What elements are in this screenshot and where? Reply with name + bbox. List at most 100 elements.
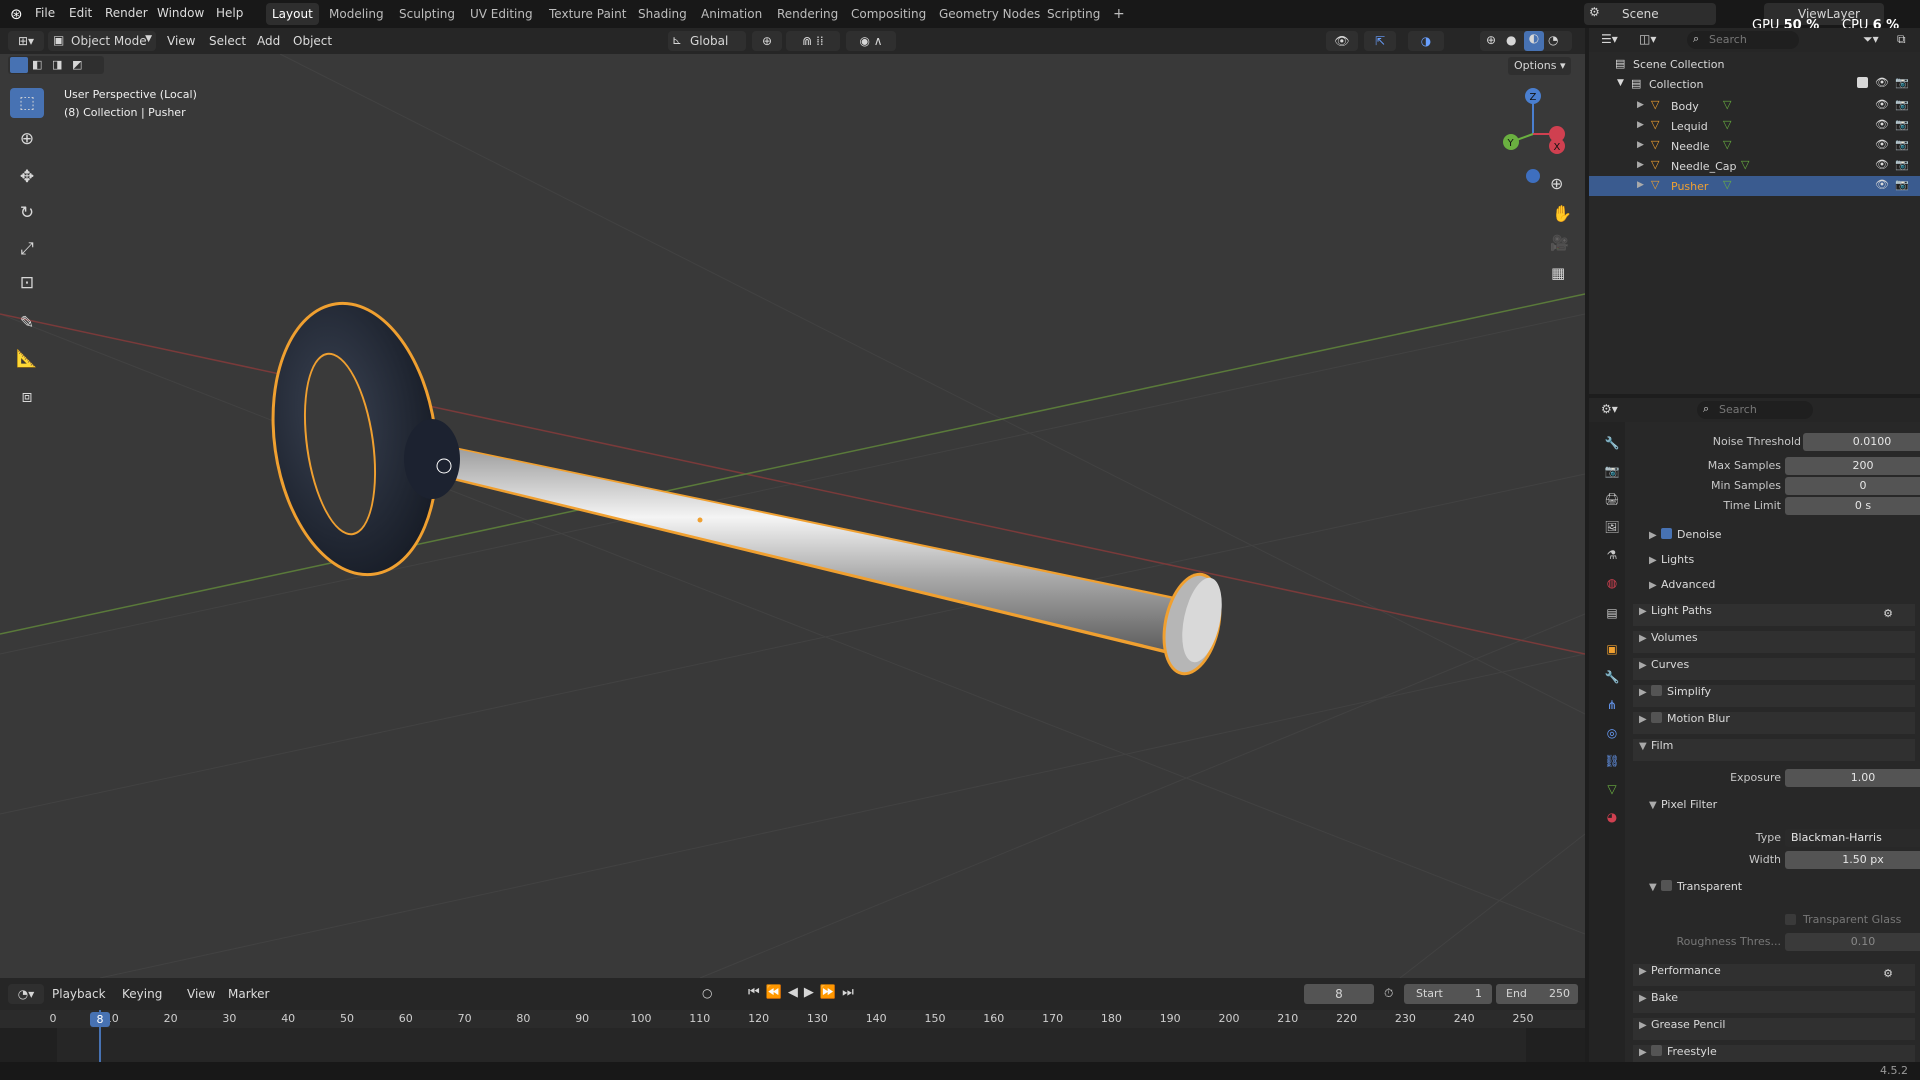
properties-search-input[interactable]: ⌕ Search	[1697, 401, 1813, 419]
start-frame-field[interactable]: Start 1	[1404, 984, 1492, 1004]
tab-animation[interactable]: Animation	[695, 3, 768, 25]
grease-pencil-panel[interactable]: ▶ Grease Pencil	[1633, 1018, 1915, 1040]
eye-icon[interactable]: 👁	[1875, 178, 1889, 191]
viewport-menu-object[interactable]: Object	[289, 32, 336, 50]
bake-panel[interactable]: ▶ Bake	[1633, 991, 1915, 1013]
menu-render[interactable]: Render	[105, 6, 148, 20]
transform-tool-icon[interactable]: ⊡	[10, 268, 44, 298]
object-tab-icon[interactable]: ▣	[1603, 640, 1621, 658]
camera-view-icon[interactable]: 🎥	[1550, 234, 1569, 252]
chevron-right-icon[interactable]: ▶	[1637, 120, 1644, 130]
timeline-menu-playback[interactable]: Playback	[48, 985, 110, 1003]
collection-tab-icon[interactable]: ▤	[1603, 604, 1621, 622]
timeline-area[interactable]: 0 10 20 30 40 50 60 70 80 90 100 110 120 130 140 150 160…	[0, 1010, 1585, 1062]
eye-icon[interactable]: 👁	[1875, 76, 1889, 89]
simplify-checkbox[interactable]	[1651, 685, 1662, 696]
exclude-checkbox-icon[interactable]	[1857, 77, 1868, 88]
frame-ruler[interactable]: 0 10 20 30 40 50 60 70 80 90 100 110 120 130 140 150 160…	[0, 1010, 1585, 1028]
pan-hand-icon[interactable]: ✋	[1552, 204, 1572, 223]
scale-tool-icon[interactable]: ⤢	[10, 234, 44, 264]
transparent-checkbox[interactable]	[1661, 880, 1672, 891]
material-shading-icon[interactable]: ◐	[1524, 31, 1544, 51]
play-icon[interactable]: ▶	[804, 985, 820, 1000]
eye-icon[interactable]: 👁	[1875, 118, 1889, 131]
camera-icon[interactable]: 📷	[1895, 118, 1909, 131]
measure-tool-icon[interactable]: 📐	[10, 344, 44, 374]
motion-blur-checkbox[interactable]	[1651, 712, 1662, 723]
menu-edit[interactable]: Edit	[69, 6, 92, 20]
advanced-subpanel[interactable]: ▶ Advanced	[1649, 578, 1920, 600]
scene-selector[interactable]: ⚙ Scene	[1584, 3, 1716, 25]
constraints-tab-icon[interactable]: ⛓	[1603, 752, 1621, 770]
min-samples-field[interactable]: 0	[1785, 477, 1920, 495]
viewport-menu-view[interactable]: View	[163, 32, 199, 50]
eye-icon[interactable]: 👁	[1875, 138, 1889, 151]
pixel-filter-subpanel[interactable]: ▼ Pixel Filter	[1649, 798, 1920, 820]
select-subtract-icon[interactable]: ◨	[52, 58, 62, 71]
tab-shading[interactable]: Shading	[632, 3, 693, 25]
gizmo-toggle[interactable]: ⇱	[1364, 31, 1396, 51]
select-box-tool-icon[interactable]: ⬚	[10, 88, 44, 118]
film-panel[interactable]: ▼ Film	[1633, 739, 1915, 761]
display-mode-icon[interactable]: ◫▾	[1639, 32, 1656, 46]
mode-selector[interactable]: ▣ Object Mode ▼	[48, 31, 156, 51]
filter-icon[interactable]: ⏷▾	[1863, 32, 1879, 47]
options-button[interactable]: Options ▾	[1508, 57, 1572, 75]
camera-icon[interactable]: 📷	[1895, 98, 1909, 111]
select-new-icon[interactable]	[10, 57, 28, 73]
playhead-marker[interactable]: 8	[90, 1012, 110, 1027]
camera-icon[interactable]: 📷	[1895, 76, 1909, 89]
motion-blur-panel[interactable]: ▶ Motion Blur	[1633, 712, 1915, 734]
noise-threshold-field[interactable]: 0.0100	[1803, 433, 1920, 451]
viewport-menu-select[interactable]: Select	[205, 32, 250, 50]
viewport-menu-add[interactable]: Add	[253, 32, 284, 50]
camera-icon[interactable]: 📷	[1895, 158, 1909, 171]
chevron-right-icon[interactable]: ▶	[1637, 100, 1644, 110]
jump-end-icon[interactable]: ⏭	[842, 985, 860, 1000]
playback-controls[interactable]: ⏮⏪◀▶⏩⏭	[748, 985, 860, 1000]
chevron-down-icon[interactable]: ▼	[1617, 78, 1624, 88]
timeline-menu-view[interactable]: View	[183, 985, 219, 1003]
outliner-object-row[interactable]: ▶ ▽ Needle ▽ 👁 📷	[1589, 136, 1920, 156]
max-samples-field[interactable]: 200	[1785, 457, 1920, 475]
tab-rendering[interactable]: Rendering	[771, 3, 844, 25]
collection-row[interactable]: ▼ ▤ Collection 👁 📷	[1589, 74, 1920, 94]
roughness-threshold-field[interactable]: 0.10	[1785, 933, 1920, 951]
menu-help[interactable]: Help	[216, 6, 243, 20]
data-tab-icon[interactable]: ▽	[1603, 780, 1621, 798]
properties-editor-icon[interactable]: ⚙▾	[1601, 402, 1618, 416]
presets-icon[interactable]: ⚙	[1883, 967, 1893, 980]
end-frame-field[interactable]: End 250	[1496, 984, 1578, 1004]
outliner-editor-icon[interactable]: ☰▾	[1601, 32, 1618, 46]
view-layer-tab-icon[interactable]: 🖼	[1603, 518, 1621, 536]
next-keyframe-icon[interactable]: ⏩	[820, 985, 842, 1000]
rendered-shading-icon[interactable]: ◔	[1548, 33, 1558, 47]
tab-uv-editing[interactable]: UV Editing	[464, 3, 539, 25]
cursor-tool-icon[interactable]: ⊕	[10, 124, 44, 154]
world-tab-icon[interactable]: ◍	[1603, 574, 1621, 592]
prev-keyframe-icon[interactable]: ⏪	[766, 985, 788, 1000]
transform-orientation-selector[interactable]: ⊾ Global	[668, 31, 746, 51]
perspective-toggle-icon[interactable]: ▦	[1551, 264, 1565, 282]
scene-tab-icon[interactable]: ⚗	[1603, 546, 1621, 564]
exposure-field[interactable]: 1.00	[1785, 769, 1920, 787]
add-cube-tool-icon[interactable]: ⧈	[10, 382, 44, 412]
performance-panel[interactable]: ▶ Performance ⚙	[1633, 964, 1915, 986]
lights-subpanel[interactable]: ▶ Lights	[1649, 553, 1920, 575]
denoise-subpanel[interactable]: ▶ Denoise	[1649, 528, 1920, 550]
camera-icon[interactable]: 📷	[1895, 178, 1909, 191]
outliner-object-row[interactable]: ▶ ▽ Lequid ▽ 👁 📷	[1589, 116, 1920, 136]
eye-icon[interactable]: 👁	[1875, 98, 1889, 111]
select-invert-icon[interactable]: ◩	[72, 58, 82, 71]
tab-layout[interactable]: Layout	[266, 3, 319, 25]
scene-collection-row[interactable]: ▤ Scene Collection	[1589, 54, 1920, 74]
selection-mode-group[interactable]: ◧ ◨ ◩	[8, 56, 104, 74]
tab-modeling[interactable]: Modeling	[323, 3, 390, 25]
tool-tab-icon[interactable]: 🔧	[1603, 434, 1621, 452]
viewport-scene[interactable]	[0, 54, 1585, 978]
render-tab-icon[interactable]: 📷	[1603, 462, 1621, 480]
chevron-right-icon[interactable]: ▶	[1637, 180, 1644, 190]
eye-icon[interactable]: 👁	[1875, 158, 1889, 171]
tab-compositing[interactable]: Compositing	[845, 3, 932, 25]
menu-file[interactable]: File	[35, 6, 55, 20]
